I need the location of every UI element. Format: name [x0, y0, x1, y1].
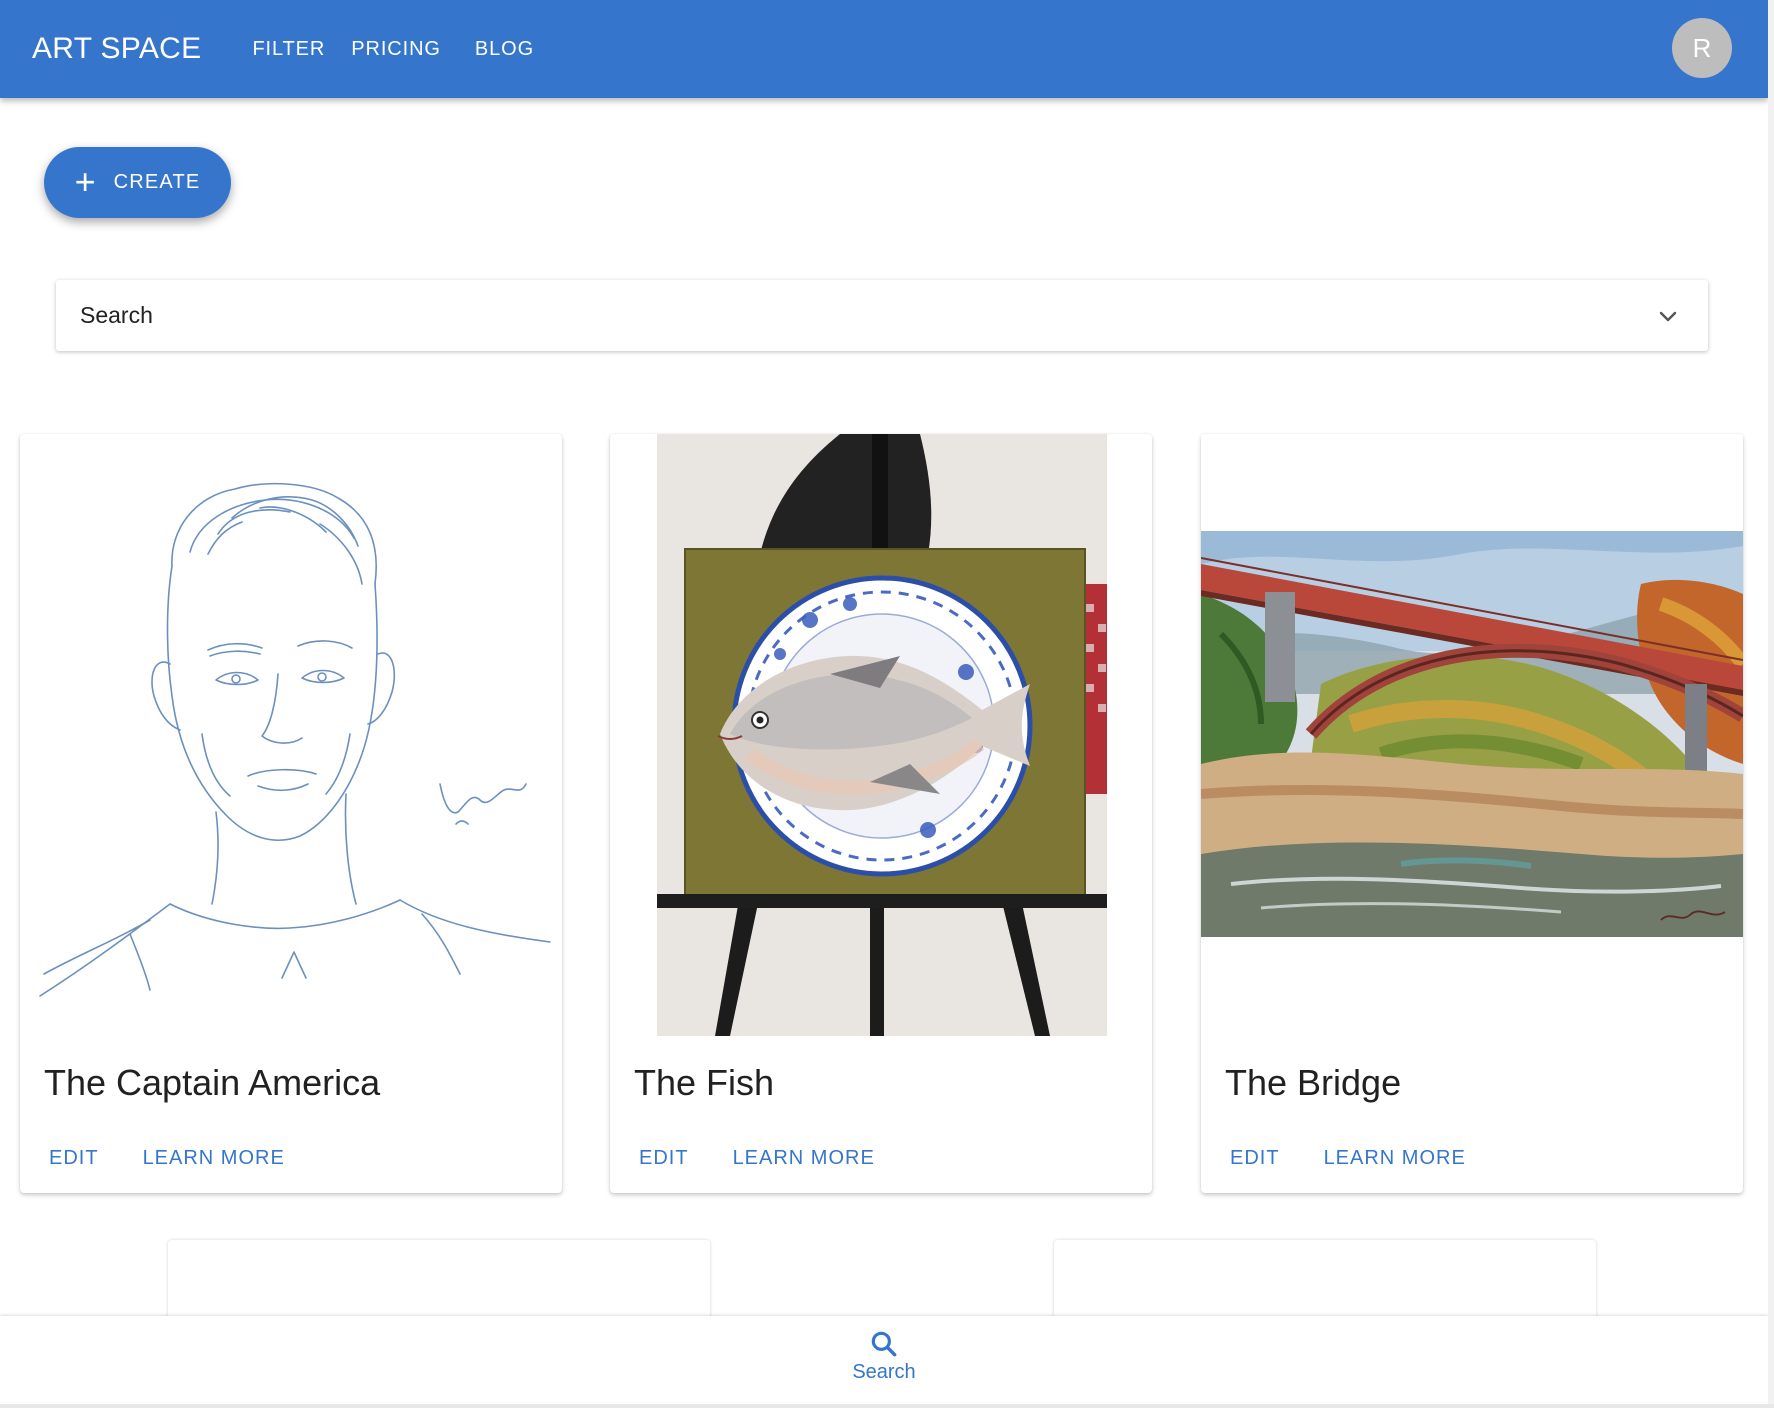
nav-blog[interactable]: BLOG: [462, 30, 547, 69]
app-bar: ART SPACE FILTER PRICING BLOG R: [0, 0, 1768, 98]
chevron-down-icon: [1659, 311, 1677, 321]
learn-more-button[interactable]: LEARN MORE: [719, 1139, 889, 1178]
top-nav: FILTER PRICING BLOG: [239, 30, 547, 69]
create-button[interactable]: + CREATE: [44, 147, 231, 218]
avatar[interactable]: R: [1672, 18, 1732, 78]
artwork-image-captain-america[interactable]: [20, 434, 562, 1036]
card-title: The Fish: [634, 1062, 775, 1103]
edit-button[interactable]: EDIT: [35, 1139, 113, 1178]
learn-more-button[interactable]: LEARN MORE: [1310, 1139, 1480, 1178]
scrollbar-track[interactable]: [1768, 0, 1774, 1408]
search-panel-label: Search: [80, 302, 153, 328]
artwork-card: The Fish EDIT LEARN MORE: [610, 434, 1152, 1193]
nav-filter[interactable]: FILTER: [239, 30, 338, 69]
painting-illustration: [1201, 531, 1743, 937]
window-bottom-edge: [0, 1404, 1774, 1408]
card-actions: EDIT LEARN MORE: [35, 1139, 299, 1178]
edit-button[interactable]: EDIT: [625, 1139, 703, 1178]
bottom-nav-search[interactable]: Search: [804, 1316, 964, 1402]
artwork-image-the-fish[interactable]: [610, 434, 1152, 1036]
search-icon: [871, 1331, 897, 1357]
card-actions: EDIT LEARN MORE: [625, 1139, 889, 1178]
card-title: The Bridge: [1225, 1062, 1402, 1103]
plus-icon: +: [74, 160, 96, 202]
page: ART SPACE FILTER PRICING BLOG R + CREATE…: [0, 0, 1774, 1408]
card-actions: EDIT LEARN MORE: [1216, 1139, 1480, 1178]
edit-button[interactable]: EDIT: [1216, 1139, 1294, 1178]
create-button-label: CREATE: [113, 171, 201, 193]
card-title: The Captain America: [44, 1062, 381, 1103]
artwork-image-the-bridge[interactable]: [1201, 434, 1743, 1036]
painting-illustration: [657, 434, 1107, 1036]
sketch-illustration: [39, 482, 551, 997]
content-area: ART SPACE FILTER PRICING BLOG R + CREATE…: [0, 0, 1768, 1404]
bottom-navigation: Search: [0, 1316, 1768, 1402]
learn-more-button[interactable]: LEARN MORE: [129, 1139, 299, 1178]
nav-pricing[interactable]: PRICING: [338, 30, 454, 69]
search-expansion-panel[interactable]: Search: [56, 280, 1708, 351]
artwork-card: The Captain America EDIT LEARN MORE: [20, 434, 562, 1193]
artwork-card: The Bridge EDIT LEARN MORE: [1201, 434, 1743, 1193]
brand-title[interactable]: ART SPACE: [32, 32, 201, 66]
bottom-nav-search-label: Search: [852, 1361, 916, 1383]
